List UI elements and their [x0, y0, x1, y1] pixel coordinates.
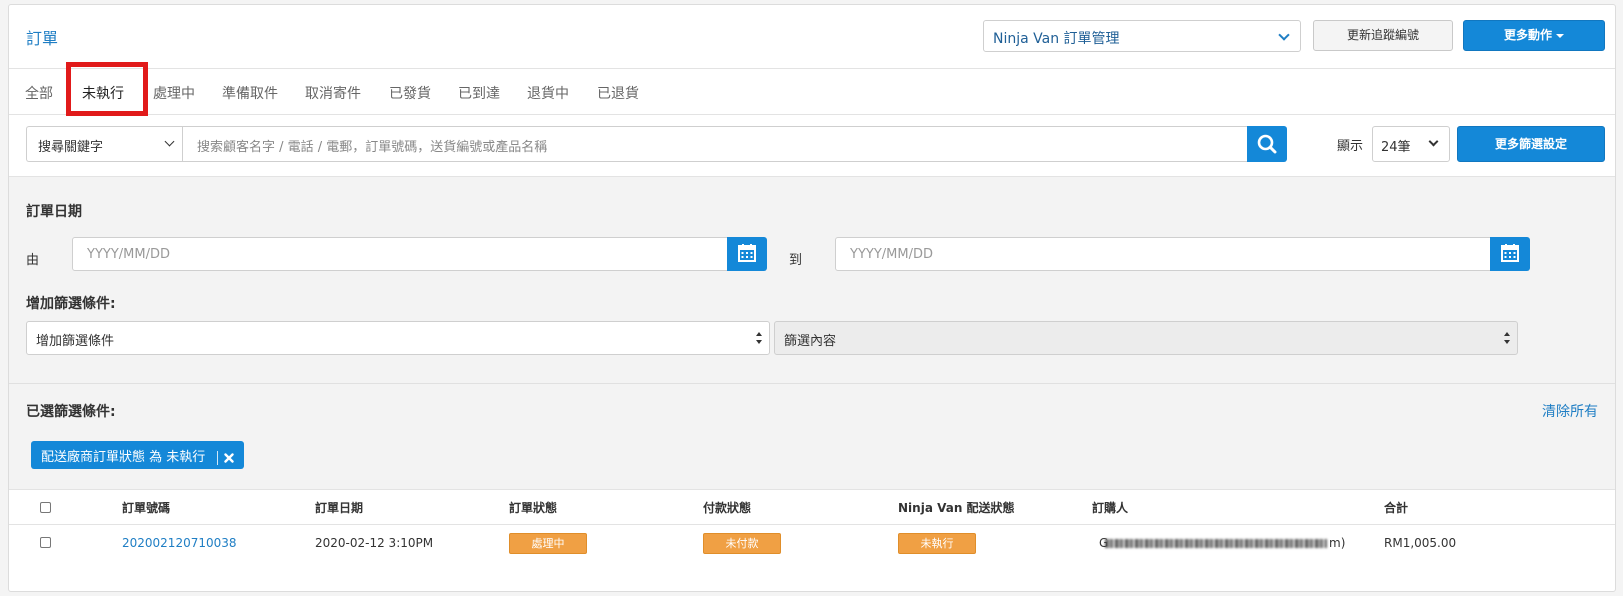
- filter-area: 訂單日期 由 YYYY/MM/DD 到 YYYY/MM/DD 增加篩選條件: 增…: [9, 177, 1615, 490]
- order-date: 2020-02-12 3:10PM: [315, 536, 434, 550]
- to-calendar-button[interactable]: [1490, 237, 1530, 271]
- chip-separator: [217, 450, 219, 465]
- customer-cell: G m): [1099, 533, 1345, 553]
- col-payment-status[interactable]: 付款狀態: [703, 499, 751, 516]
- from-date-placeholder: YYYY/MM/DD: [87, 247, 170, 262]
- tab-returned[interactable]: 已退貨: [597, 83, 639, 103]
- update-tracking-button[interactable]: 更新追蹤編號: [1313, 20, 1453, 51]
- order-status-badge: 處理中: [509, 533, 587, 554]
- order-total: RM1,005.00: [1384, 536, 1457, 550]
- orders-panel: 訂單 Ninja Van 訂單管理 更新追蹤編號 更多動作 全部 未執行 處理中…: [8, 4, 1616, 592]
- redacted-customer: [1105, 539, 1327, 548]
- chevron-down-icon: [1278, 29, 1290, 41]
- tab-cancel-shipment[interactable]: 取消寄件: [305, 83, 361, 103]
- search-placeholder: 搜索顧客名字 / 電話 / 電郵，訂單號碼，送貨編號或產品名稱: [197, 140, 548, 155]
- more-actions-button[interactable]: 更多動作: [1463, 20, 1605, 51]
- search-icon: [1257, 134, 1277, 154]
- row-checkbox[interactable]: [40, 537, 51, 548]
- updown-arrows-icon: [756, 332, 762, 344]
- tab-ready-pickup[interactable]: 準備取件: [222, 83, 278, 103]
- table-header: 訂單號碼 訂單日期 訂單狀態 付款狀態 Ninja Van 配送狀態 訂購人 合…: [9, 490, 1615, 525]
- channel-select-value: Ninja Van 訂單管理: [993, 31, 1120, 47]
- close-icon[interactable]: [224, 452, 234, 463]
- chevron-down-icon: [164, 136, 175, 147]
- channel-select[interactable]: Ninja Van 訂單管理: [983, 20, 1301, 52]
- search-input[interactable]: 搜索顧客名字 / 電話 / 電郵，訂單號碼，送貨編號或產品名稱: [182, 126, 1248, 162]
- updown-arrows-icon: [1504, 332, 1510, 344]
- keyword-select[interactable]: 搜尋關鍵字: [26, 126, 183, 162]
- tab-all[interactable]: 全部: [25, 83, 53, 103]
- filter-content-select[interactable]: 篩選內容: [774, 321, 1518, 355]
- caret-down-icon: [1556, 33, 1564, 38]
- order-number-link[interactable]: 202002120710038: [122, 536, 237, 550]
- customer-suffix: m): [1329, 536, 1346, 550]
- order-date-title: 訂單日期: [26, 204, 82, 220]
- add-filter-select[interactable]: 增加篩選條件: [26, 321, 770, 355]
- to-date-placeholder: YYYY/MM/DD: [850, 247, 933, 262]
- tab-arrived[interactable]: 已到達: [458, 83, 500, 103]
- select-all-checkbox[interactable]: [40, 502, 51, 513]
- selected-filters-title: 已選篩選條件:: [26, 404, 116, 420]
- payment-status-badge: 未付款: [703, 533, 781, 554]
- keyword-select-value: 搜尋關鍵字: [38, 140, 104, 155]
- page-title: 訂單: [26, 29, 59, 48]
- filter-chip: 配送廠商訂單狀態 為 未執行: [31, 441, 245, 469]
- page-header: 訂單 Ninja Van 訂單管理 更新追蹤編號 更多動作: [9, 5, 1615, 69]
- status-tabs: 全部 未執行 處理中 準備取件 取消寄件 已發貨 已到達 退貨中 已退貨: [9, 69, 1615, 115]
- col-order-status[interactable]: 訂單狀態: [509, 499, 557, 516]
- more-filters-button[interactable]: 更多篩選設定: [1457, 126, 1605, 162]
- active-tab-highlight: [66, 62, 148, 116]
- calendar-icon: [738, 244, 756, 262]
- col-delivery-status[interactable]: Ninja Van 配送狀態: [898, 499, 1015, 516]
- more-actions-label: 更多動作: [1503, 28, 1552, 42]
- col-total[interactable]: 合計: [1384, 499, 1408, 516]
- add-filter-title: 增加篩選條件:: [26, 296, 116, 312]
- table-row: 202002120710038 2020-02-12 3:10PM 處理中 未付…: [9, 525, 1615, 561]
- search-button[interactable]: [1247, 126, 1287, 162]
- from-date-input[interactable]: YYYY/MM/DD: [72, 237, 728, 271]
- filter-chip-label: 配送廠商訂單狀態 為 未執行: [41, 450, 206, 465]
- col-order-date[interactable]: 訂單日期: [315, 499, 363, 516]
- col-order-no[interactable]: 訂單號碼: [122, 499, 170, 516]
- per-page-select[interactable]: 24筆: [1372, 126, 1450, 162]
- from-label: 由: [26, 253, 40, 268]
- per-page-label: 顯示: [1337, 139, 1364, 154]
- calendar-icon: [1501, 244, 1519, 262]
- filter-content-select-value: 篩選內容: [784, 334, 837, 349]
- tab-processing[interactable]: 處理中: [153, 83, 195, 103]
- divider: [9, 383, 1615, 384]
- to-label: 到: [789, 253, 803, 268]
- col-customer[interactable]: 訂購人: [1092, 499, 1128, 516]
- add-filter-select-value: 增加篩選條件: [36, 334, 115, 349]
- chevron-down-icon: [1428, 136, 1439, 147]
- tab-shipped[interactable]: 已發貨: [389, 83, 431, 103]
- clear-all-link[interactable]: 清除所有: [1542, 401, 1598, 421]
- delivery-status-badge: 未執行: [898, 533, 976, 554]
- per-page-value: 24筆: [1381, 140, 1411, 155]
- search-bar: 搜尋關鍵字 搜索顧客名字 / 電話 / 電郵，訂單號碼，送貨編號或產品名稱 顯示…: [9, 115, 1615, 177]
- to-date-input[interactable]: YYYY/MM/DD: [835, 237, 1491, 271]
- tab-returning[interactable]: 退貨中: [527, 83, 569, 103]
- from-calendar-button[interactable]: [727, 237, 767, 271]
